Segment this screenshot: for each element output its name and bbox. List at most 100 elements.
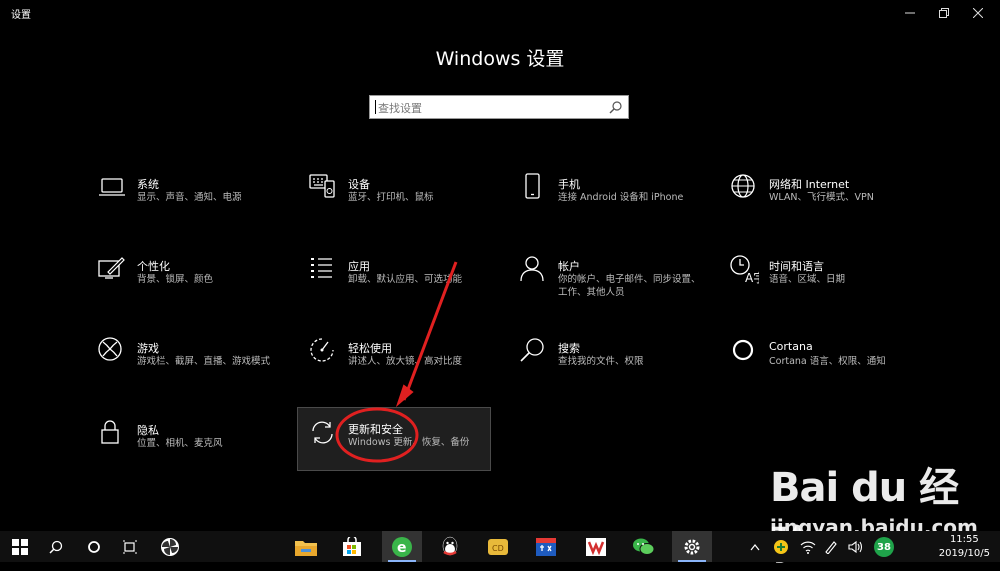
clock[interactable]: 11:55 2019/10/5 — [939, 533, 990, 561]
tile-devices[interactable]: 设备 蓝牙、打印机、鼠标 — [308, 172, 498, 230]
tile-ease-of-access[interactable]: 轻松使用 讲述人、放大镜、高对比度 — [308, 336, 498, 394]
clock-time: 11:55 — [949, 534, 979, 545]
tile-title: 隐私 — [137, 424, 159, 437]
tile-description: 连接 Android 设备和 iPhone — [558, 192, 684, 203]
tile-description: 查找我的文件、权限 — [558, 356, 644, 367]
taskbar-app-store[interactable] — [332, 531, 372, 562]
wechat-icon — [633, 538, 655, 555]
tile-description: 你的帐户、电子邮件、同步设置、工作、其他人员 — [558, 274, 701, 298]
restore-icon — [939, 8, 949, 18]
tile-title: 个性化 — [137, 260, 170, 273]
clock-date: 2019/10/5 — [938, 548, 990, 559]
tile-description: 讲述人、放大镜、高对比度 — [348, 356, 463, 367]
tile-network[interactable]: 网络和 Internet WLAN、飞行模式、VPN — [729, 172, 919, 230]
tile-apps[interactable]: 应用 卸载、默认应用、可选功能 — [308, 254, 498, 312]
devices-icon — [308, 172, 338, 202]
taskbar-search-button[interactable] — [36, 531, 76, 562]
apps-list-icon — [308, 254, 338, 284]
taskbar: e CD 38 11:55 2019/10/5 — [0, 531, 1000, 562]
tile-search[interactable]: 搜索 查找我的文件、权限 — [518, 336, 708, 394]
search-input[interactable] — [376, 98, 600, 118]
tile-system[interactable]: 系统 显示、声音、通知、电源 — [97, 172, 287, 230]
tile-description: WLAN、飞行模式、VPN — [769, 192, 874, 203]
app-store-icon — [536, 537, 556, 556]
cortana-icon — [88, 540, 100, 553]
person-icon — [518, 254, 548, 284]
pen-icon — [825, 540, 837, 554]
task-view-button[interactable] — [110, 531, 150, 562]
volume-icon — [848, 540, 863, 553]
notification-badge[interactable]: 38 — [874, 537, 894, 557]
taskbar-app-wps[interactable] — [576, 531, 616, 562]
taskbar-app-file-explorer[interactable] — [286, 531, 326, 562]
start-icon — [12, 538, 28, 555]
taskbar-app-wechat[interactable] — [624, 531, 664, 562]
chevron-up-icon — [750, 543, 760, 550]
tile-description: 位置、相机、麦克风 — [137, 438, 223, 449]
close-button[interactable] — [961, 0, 995, 26]
tile-title: 搜索 — [558, 342, 580, 355]
taskbar-app-store-2[interactable] — [526, 531, 566, 562]
tile-description: 语音、区域、日期 — [769, 274, 846, 285]
taskbar-app-settings[interactable] — [672, 531, 712, 562]
task-view-icon — [123, 540, 137, 553]
tile-title: 轻松使用 — [348, 342, 392, 355]
tile-title: 网络和 Internet — [769, 178, 850, 191]
tile-phone[interactable]: 手机 连接 Android 设备和 iPhone — [518, 172, 708, 230]
tray-network[interactable] — [800, 531, 816, 562]
tile-update-security[interactable]: 更新和安全 Windows 更新、恢复、备份 — [297, 407, 491, 471]
taskbar-app-pinwheel[interactable] — [150, 531, 190, 562]
cortana-button[interactable] — [74, 531, 114, 562]
globe-icon — [729, 172, 759, 202]
tile-description: 显示、声音、通知、电源 — [137, 192, 242, 203]
tile-title: 更新和安全 — [348, 423, 403, 436]
minimize-button[interactable] — [893, 0, 927, 26]
title-bar: 设置 — [0, 0, 1000, 26]
search-box[interactable] — [369, 95, 629, 119]
start-button[interactable] — [0, 531, 40, 562]
tile-gaming[interactable]: 游戏 游戏栏、截屏、直播、游戏模式 — [97, 336, 287, 394]
search-icon[interactable] — [609, 100, 623, 114]
tile-title: 系统 — [137, 178, 159, 191]
store-icon — [343, 536, 361, 556]
ie-browser-icon: e — [392, 536, 412, 557]
tray-app-icon — [774, 539, 788, 554]
tile-cortana[interactable]: Cortana Cortana 语言、权限、通知 — [729, 336, 919, 394]
phone-icon — [518, 172, 548, 202]
search-icon — [518, 336, 548, 366]
svg-text:e: e — [397, 540, 407, 556]
time-language-icon: A字 — [729, 254, 765, 285]
pinwheel-icon — [161, 537, 179, 556]
settings-gear-icon — [684, 539, 700, 554]
tray-app-icon[interactable] — [772, 531, 790, 562]
minimize-icon — [905, 12, 915, 14]
svg-text:A字: A字 — [745, 270, 759, 284]
page-title: Windows 设置 — [435, 48, 565, 70]
lock-icon — [97, 418, 127, 448]
baidu-watermark: Bai du 经验 jingyan.baidu.com — [765, 455, 985, 569]
tile-title: 帐户 — [558, 260, 580, 273]
restore-button[interactable] — [927, 0, 961, 26]
sync-icon — [308, 418, 338, 448]
tray-chevron[interactable] — [750, 531, 760, 562]
tile-description: Cortana 语言、权限、通知 — [769, 356, 886, 367]
tile-title: 设备 — [348, 178, 370, 191]
taskbar-app-browser[interactable]: e — [382, 531, 422, 562]
svg-text:CD: CD — [492, 544, 504, 553]
file-explorer-icon — [295, 540, 317, 556]
tray-pen[interactable] — [824, 531, 838, 562]
tile-privacy[interactable]: 隐私 位置、相机、麦克风 — [97, 418, 287, 476]
tile-description: 背景、锁屏、颜色 — [137, 274, 214, 285]
tray-volume[interactable] — [848, 531, 864, 562]
taskbar-app-qq[interactable] — [430, 531, 470, 562]
wps-icon — [586, 537, 606, 556]
tile-time-language[interactable]: A字 时间和语言 语音、区域、日期 — [729, 254, 919, 312]
xbox-icon — [97, 336, 127, 366]
ease-of-access-icon — [308, 336, 338, 366]
tile-title: 应用 — [348, 260, 370, 273]
taskbar-app-folder[interactable]: CD — [478, 531, 518, 562]
tile-title: Cortana — [769, 340, 813, 353]
close-icon — [973, 8, 983, 18]
tile-accounts[interactable]: 帐户 你的帐户、电子邮件、同步设置、工作、其他人员 — [518, 254, 708, 312]
tile-personalization[interactable]: 个性化 背景、锁屏、颜色 — [97, 254, 287, 312]
